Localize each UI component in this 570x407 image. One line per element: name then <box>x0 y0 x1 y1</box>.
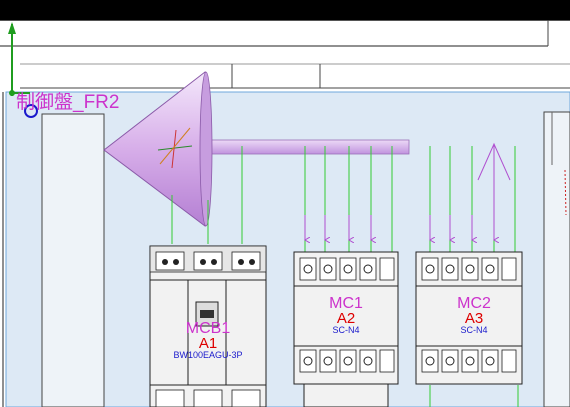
left-duct[interactable] <box>41 113 105 407</box>
mc2-model: SC-N4 <box>460 325 487 335</box>
right-duct[interactable] <box>543 111 570 407</box>
top-frame <box>0 0 570 89</box>
origin-axis-icon <box>8 22 30 96</box>
panel-title: 制御盤_FR2 <box>16 91 119 113</box>
mc1-model: SC-N4 <box>332 325 359 335</box>
cad-viewport[interactable]: 制御盤_FR2 MCB1 A1 BW100EAGU-3P MC1 A2 SC-N… <box>0 0 570 407</box>
mcb1-model: BW100EAGU-3P <box>173 350 242 360</box>
